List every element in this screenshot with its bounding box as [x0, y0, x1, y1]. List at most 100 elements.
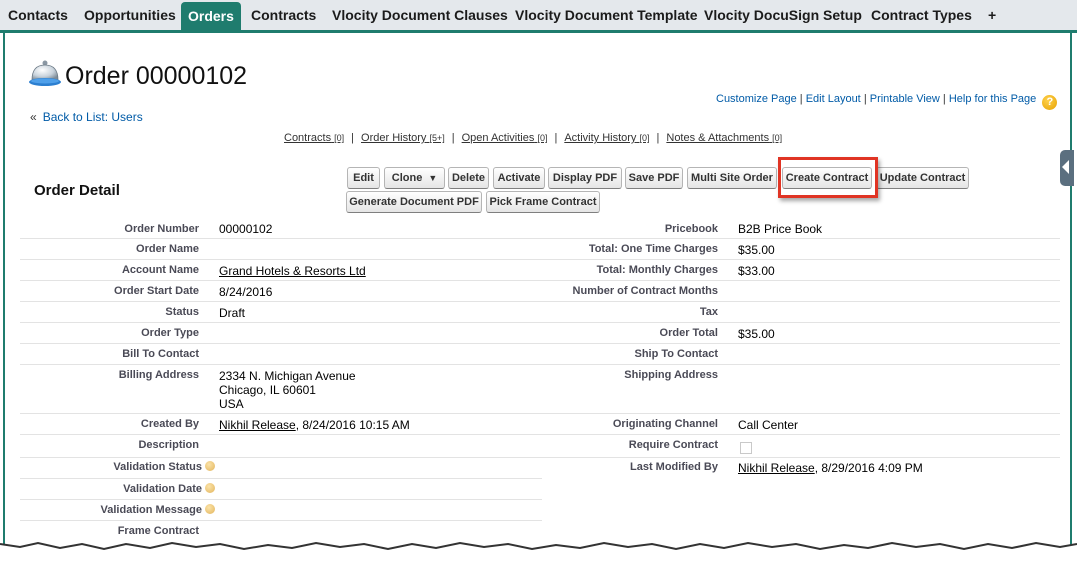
chevron-down-icon: ▼ — [428, 173, 438, 183]
generate-document-pdf-button[interactable]: Generate Document PDF — [346, 191, 482, 213]
related-link-count: [0] — [537, 133, 548, 143]
field-value-order-total: $35.00 — [738, 327, 775, 341]
field-label-ship-to-contact: Ship To Contact — [634, 348, 718, 360]
field-value-status: Draft — [219, 306, 246, 320]
account-name-link[interactable]: Grand Hotels & Resorts Ltd — [219, 264, 366, 278]
row-divider — [20, 238, 1060, 239]
field-label-pricebook: Pricebook — [664, 223, 718, 235]
field-value-order-start-date: 8/24/2016 — [219, 285, 273, 299]
section-title: Order Detail — [34, 182, 120, 199]
row-divider — [20, 434, 1060, 435]
display-pdf-button[interactable]: Display PDF — [548, 167, 622, 189]
collapse-arrow-icon — [1062, 160, 1069, 174]
related-link-open-activities[interactable]: Open Activities [0] — [462, 132, 548, 144]
field-value-pricebook: B2B Price Book — [738, 222, 823, 236]
info-icon[interactable] — [205, 461, 215, 471]
field-label-validation-date: Validation Date — [123, 483, 215, 495]
back-to-list-link[interactable]: Back to List: Users — [43, 110, 143, 124]
edit-button[interactable]: Edit — [347, 167, 380, 189]
page-title: Order 00000102 — [65, 62, 248, 90]
field-label-billing-address: Billing Address — [118, 369, 199, 381]
tab-vlocity-document-clauses[interactable]: Vlocity Document Clauses — [332, 0, 508, 30]
page-utility-links: Customize Page | Edit Layout | Printable… — [716, 93, 1058, 110]
label-text: Validation Date — [123, 483, 202, 495]
field-label-contract-months: Number of Contract Months — [572, 285, 718, 297]
activate-button[interactable]: Activate — [493, 167, 545, 189]
tab-contract-types[interactable]: Contract Types — [871, 0, 972, 30]
last-modified-date: , 8/29/2016 4:09 PM — [814, 461, 923, 475]
field-label-description: Description — [138, 439, 199, 451]
multi-site-order-button[interactable]: Multi Site Order — [687, 167, 777, 189]
related-link-label: Contracts — [284, 132, 332, 144]
tab-vlocity-document-template[interactable]: Vlocity Document Template — [515, 0, 698, 30]
info-icon[interactable] — [205, 504, 215, 514]
field-label-account-name: Account Name — [121, 264, 199, 276]
save-pdf-button[interactable]: Save PDF — [625, 167, 683, 189]
tab-bar: Contacts Opportunities Orders Contracts … — [0, 0, 1077, 33]
related-link-order-history[interactable]: Order History [5+] — [361, 132, 445, 144]
label-text: Validation Message — [100, 504, 202, 516]
field-value-account-name: Grand Hotels & Resorts Ltd — [219, 265, 366, 278]
field-label-frame-contract: Frame Contract — [117, 525, 199, 537]
field-label-created-by: Created By — [140, 418, 199, 430]
row-divider — [20, 343, 1060, 344]
field-label-bill-to-contact: Bill To Contact — [122, 348, 199, 360]
label-text: Validation Status — [113, 461, 202, 473]
related-link-count: [5+] — [429, 133, 445, 143]
related-list-links: Contracts [0] | Order History [5+] | Open Ac… — [284, 132, 783, 144]
link-separator: | — [942, 93, 946, 105]
row-divider — [20, 280, 1060, 281]
edit-layout-link[interactable]: Edit Layout — [806, 93, 861, 105]
field-value-last-modified-by: Nikhil Release, 8/29/2016 4:09 PM — [738, 462, 923, 475]
row-divider — [20, 478, 542, 479]
related-link-notes-attachments[interactable]: Notes & Attachments [0] — [666, 132, 782, 144]
field-value-billing-address-line2: Chicago, IL 60601 — [219, 383, 316, 397]
field-value-originating-channel: Call Center — [738, 418, 799, 432]
require-contract-checkbox — [740, 442, 752, 454]
last-modified-user-link[interactable]: Nikhil Release — [738, 461, 815, 475]
breadcrumb: « Back to List: Users — [30, 110, 143, 124]
created-by-user-link[interactable]: Nikhil Release — [219, 418, 296, 432]
help-link[interactable]: Help for this Page — [949, 93, 1036, 105]
row-divider — [20, 301, 1060, 302]
tab-orders[interactable]: Orders — [181, 2, 241, 30]
field-label-one-time-charges: Total: One Time Charges — [588, 243, 718, 255]
help-icon[interactable]: ? — [1042, 95, 1058, 110]
link-separator: | — [863, 93, 867, 105]
row-divider — [20, 520, 542, 521]
field-label-order-name: Order Name — [136, 243, 199, 255]
delete-button[interactable]: Delete — [448, 167, 489, 189]
field-label-status: Status — [165, 306, 199, 318]
info-icon[interactable] — [205, 483, 215, 493]
field-label-order-total: Order Total — [659, 327, 718, 339]
sidebar-toggle[interactable] — [1060, 150, 1074, 186]
update-contract-button[interactable]: Update Contract — [876, 167, 969, 189]
tab-opportunities[interactable]: Opportunities — [84, 0, 176, 30]
customize-page-link[interactable]: Customize Page — [716, 93, 797, 105]
row-divider — [20, 364, 1060, 365]
highlight-annotation — [778, 157, 878, 198]
row-divider — [20, 499, 542, 500]
torn-edge — [0, 541, 1077, 562]
related-link-count: [0] — [772, 133, 783, 143]
service-bell-icon — [29, 60, 61, 86]
field-value-billing-address-line3: USA — [219, 397, 244, 411]
tab-contracts[interactable]: Contracts — [251, 0, 316, 30]
related-link-contracts[interactable]: Contracts [0] — [284, 132, 344, 144]
row-divider — [20, 457, 1060, 458]
pick-frame-contract-button[interactable]: Pick Frame Contract — [486, 191, 600, 213]
field-label-tax: Tax — [699, 306, 718, 318]
field-label-order-start-date: Order Start Date — [114, 285, 199, 297]
tab-add[interactable]: + — [988, 0, 996, 30]
field-label-validation-message: Validation Message — [101, 504, 215, 516]
field-value-created-by: Nikhil Release, 8/24/2016 10:15 AM — [219, 419, 410, 432]
tab-contacts[interactable]: Contacts — [8, 0, 68, 30]
tab-vlocity-docusign-setup[interactable]: Vlocity DocuSign Setup — [704, 0, 862, 30]
printable-view-link[interactable]: Printable View — [870, 93, 940, 105]
related-link-count: [0] — [334, 133, 345, 143]
link-separator: | — [799, 93, 803, 105]
related-link-activity-history[interactable]: Activity History [0] — [564, 132, 649, 144]
back-arrow-icon: « — [30, 110, 37, 124]
clone-button[interactable]: Clone ▼ — [384, 167, 445, 189]
clone-label: Clone — [391, 172, 423, 184]
